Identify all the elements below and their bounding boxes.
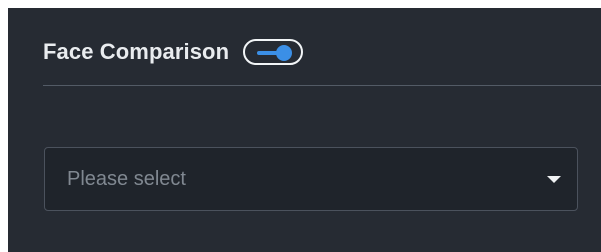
face-comparison-toggle[interactable] [243,39,304,65]
face-comparison-panel: Face Comparison Please select [8,8,601,252]
select-dropdown[interactable]: Please select [44,147,578,211]
section-header: Face Comparison [43,35,304,69]
section-title: Face Comparison [43,39,230,64]
section-divider [43,85,601,86]
select-placeholder: Please select [67,168,186,190]
chevron-down-icon [547,176,561,183]
toggle-knob [276,45,293,61]
